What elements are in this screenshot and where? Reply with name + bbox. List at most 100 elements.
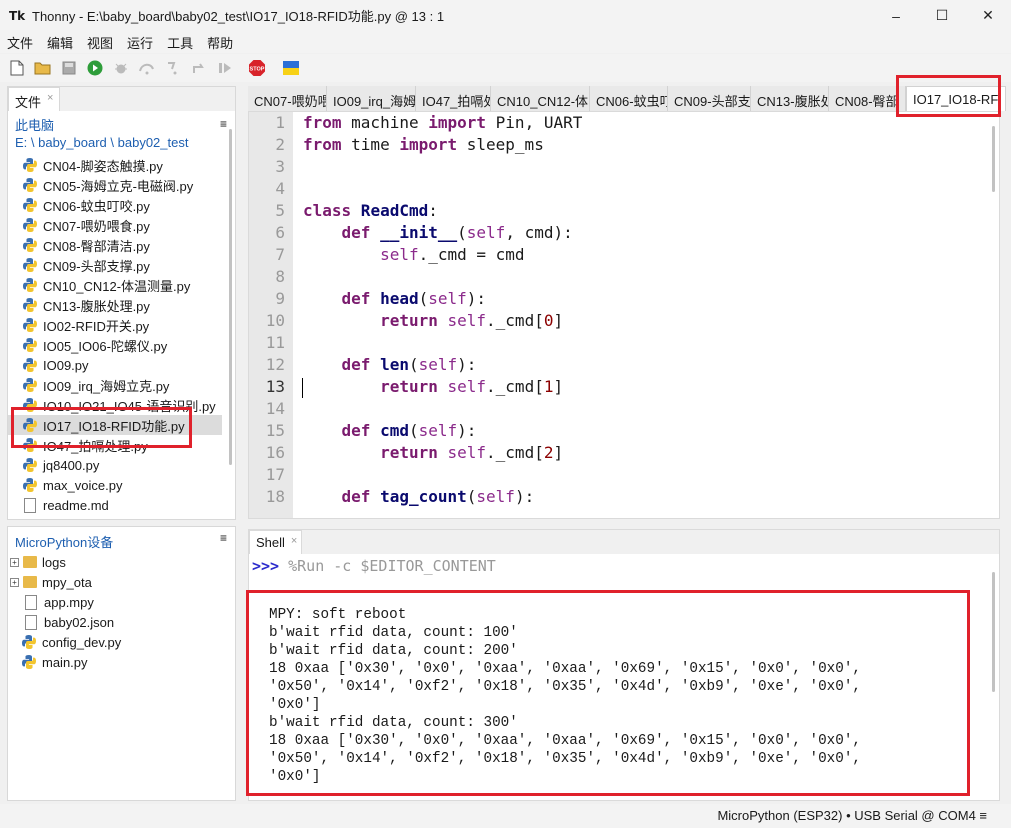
step-into-icon[interactable] [164,59,182,77]
python-file-icon [23,318,37,332]
editor-tab[interactable]: CN07-喂奶喂 [248,86,327,111]
code-area[interactable]: from machine import Pin, UART from time … [303,112,983,508]
stop-icon[interactable]: STOP [248,59,266,77]
code-line: from time import sleep_ms [303,135,544,154]
file-list-item[interactable]: CN07-喂奶喂食.py [8,215,222,235]
window-controls: – ☐ ✕ [873,0,1011,31]
shell-scrollbar[interactable] [992,572,995,692]
menu-view[interactable]: 视图 [87,33,113,52]
editor-tab[interactable]: CN06-蚊虫叮 [590,86,668,111]
folder-icon [23,556,37,568]
files-tab-close-icon[interactable]: × [47,92,53,111]
line-number: 6 [275,223,285,242]
editor-tab[interactable]: IO09_irq_海姆 [327,86,416,111]
line-number: 13 [265,377,285,396]
save-icon[interactable] [60,59,78,77]
file-name: CN08-臀部清洁.py [43,238,150,254]
menu-help[interactable]: 帮助 [207,33,233,52]
highlight-selected-file [11,407,192,448]
code-editor[interactable]: 1 2 3 4 5 6 7 8 9 10 11 12 13 14 15 16 17 18 from machine… [248,111,1000,519]
file-name: max_voice.py [43,477,123,493]
file-name: CN07-喂奶喂食.py [43,218,150,234]
file-list-item[interactable]: max_voice.py [8,475,222,495]
minimize-button[interactable]: – [873,0,919,31]
files-menu-icon[interactable]: ≡ [220,117,227,131]
menu-bar: 文件 编辑 视图 运行 工具 帮助 [0,31,1011,53]
highlight-shell-output [246,590,970,796]
interpreter-status[interactable]: MicroPython (ESP32) • USB Serial @ COM4 … [717,808,987,823]
file-list-item[interactable]: IO05_IO06-陀螺仪.py [8,335,222,355]
editor-tab[interactable]: CN10_CN12-体 [491,86,590,111]
step-out-icon[interactable] [190,59,208,77]
device-panel: MicroPython设备 ≡ + logs + mpy_ota app.mpy… [7,526,236,801]
python-file-icon [23,198,37,212]
expand-icon[interactable]: + [10,577,19,587]
files-scrollbar[interactable] [229,129,232,465]
line-number: 11 [265,333,285,352]
editor-tab[interactable]: CN13-腹胀处 [751,86,829,111]
menu-run[interactable]: 运行 [127,33,153,52]
step-over-icon[interactable] [138,59,156,77]
code-line: def tag_count(self): [303,487,535,506]
editor-tab[interactable]: CN09-头部支 [668,86,751,111]
file-list-item[interactable]: CN06-蚊虫叮咬.py [8,195,222,215]
tree-folder-mpy-ota[interactable]: + mpy_ota [8,572,235,592]
editor-tab[interactable]: IO47_拍嗝处 [416,86,491,111]
editor-tab[interactable]: CN08-臀部 [829,86,906,111]
ukraine-flag-icon[interactable] [282,59,300,77]
thonny-window: Tk Thonny - E:\baby_board\baby02_test\IO… [0,0,1011,828]
shell-command-line[interactable]: >>> %Run -c $EDITOR_CONTENT [249,554,999,578]
line-number: 14 [265,399,285,418]
files-tab-label: 文件 [15,95,42,110]
new-file-icon[interactable] [8,59,26,77]
expand-icon[interactable]: + [10,557,19,567]
code-line: from machine import Pin, UART [303,113,583,132]
editor-scrollbar[interactable] [992,126,995,192]
path-root-link[interactable]: 此电脑 [15,117,235,134]
code-line: def head(self): [303,289,487,308]
device-menu-icon[interactable]: ≡ [220,531,227,545]
tree-file-baby02-json[interactable]: baby02.json [8,612,235,632]
toolbar: STOP [0,54,1011,82]
file-name: CN06-蚊虫叮咬.py [43,198,150,214]
menu-file[interactable]: 文件 [7,33,33,52]
file-list-item[interactable]: CN09-头部支撑.py [8,255,222,275]
tree-folder-logs[interactable]: + logs [8,552,235,572]
tree-file-app-mpy[interactable]: app.mpy [8,592,235,612]
run-icon[interactable] [86,59,104,77]
shell-tab-close-icon[interactable]: × [291,535,297,554]
file-list-item[interactable]: IO09_irq_海姆立克.py [8,375,222,395]
file-name: readme.md [43,497,109,513]
line-number: 7 [275,245,285,264]
file-list-item[interactable]: CN08-臀部清洁.py [8,235,222,255]
open-folder-icon[interactable] [34,59,52,77]
line-number: 10 [265,311,285,330]
menu-edit[interactable]: 编辑 [47,33,73,52]
file-list-item[interactable]: CN10_CN12-体温测量.py [8,275,222,295]
file-list-item[interactable]: IO02-RFID开关.py [8,315,222,335]
files-tab[interactable]: 文件 × [8,87,61,111]
text-cursor [302,378,303,398]
file-list-item[interactable]: CN13-腹胀处理.py [8,295,222,315]
path-folder-link[interactable]: E: \ baby_board \ baby02_test [15,134,235,151]
close-button[interactable]: ✕ [965,0,1011,31]
file-list-item[interactable]: CN05-海姆立克-电磁阀.py [8,175,222,195]
file-label: main.py [42,654,88,670]
file-list-item[interactable]: jq8400.py [8,455,222,475]
file-list-item[interactable]: readme.md [8,495,222,515]
tree-file-main-py[interactable]: main.py [8,652,235,672]
file-list-item[interactable]: CN04-脚姿态触摸.py [8,155,222,175]
shell-tab[interactable]: Shell × [249,530,303,554]
thonny-app-icon: Tk [9,8,26,23]
maximize-button[interactable]: ☐ [919,0,965,31]
tree-file-config-dev[interactable]: config_dev.py [8,632,235,652]
debug-icon[interactable] [112,59,130,77]
file-list-item[interactable]: IO09.py [8,355,222,375]
python-file-icon [23,458,37,472]
menu-tools[interactable]: 工具 [167,33,193,52]
resume-icon[interactable] [216,59,234,77]
file-name: IO09.py [43,357,89,373]
line-number: 2 [275,135,285,154]
